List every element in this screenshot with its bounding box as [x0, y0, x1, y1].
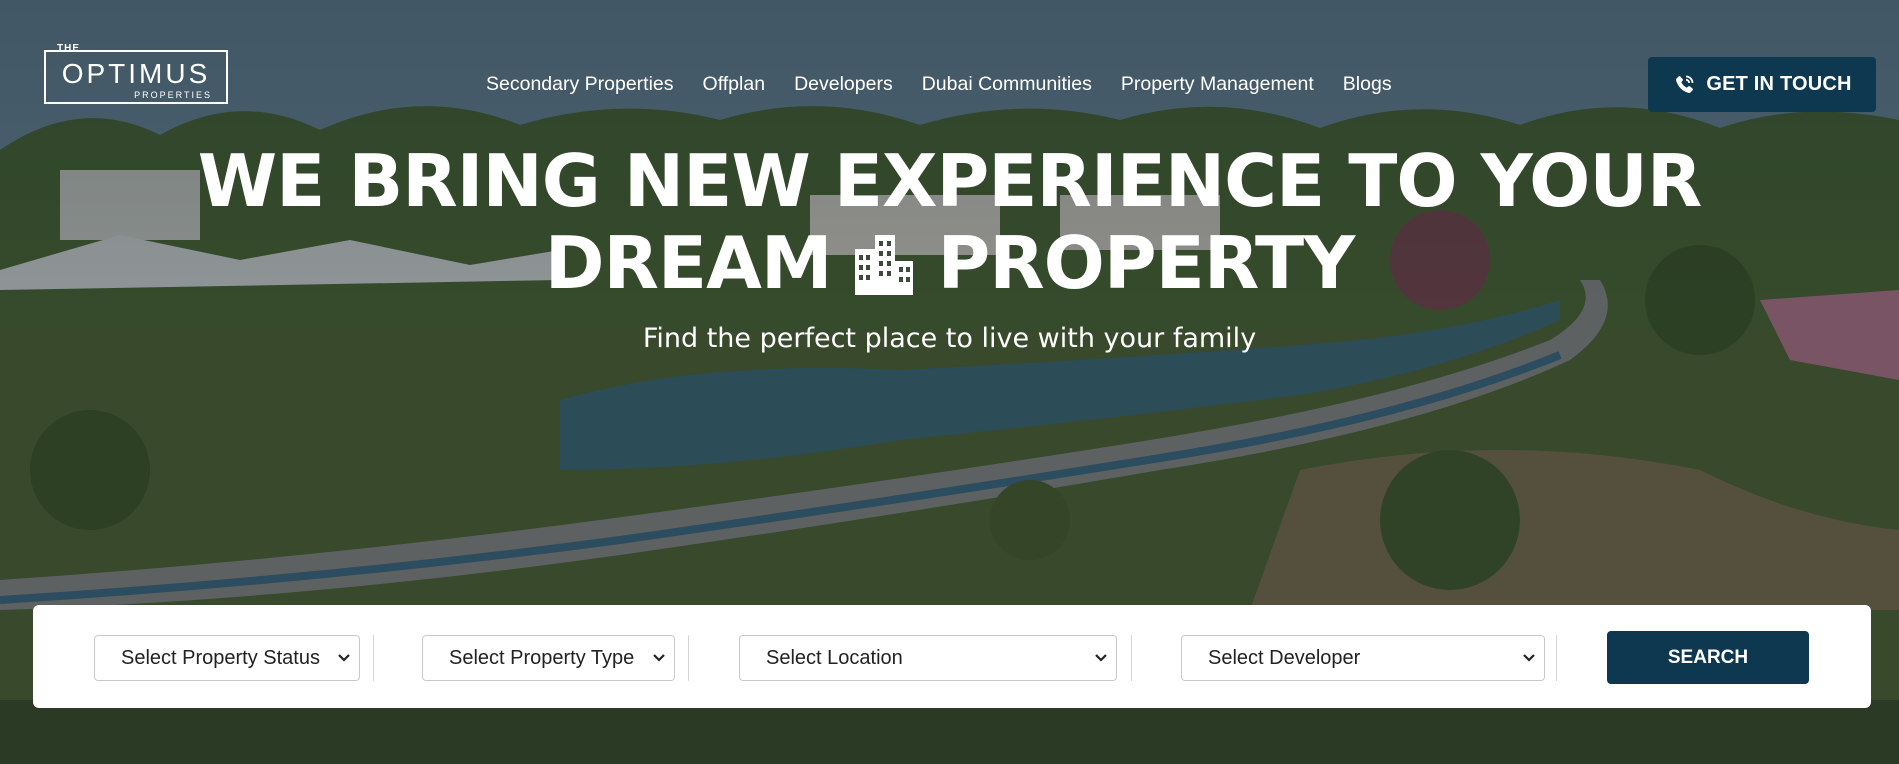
hero-tagline: Find the perfect place to live with your…	[642, 323, 1257, 354]
location-value: Select Location	[766, 646, 903, 669]
search-divider	[373, 635, 374, 681]
property-status-value: Select Property Status	[121, 646, 320, 669]
logo-subtext: PROPERTIES	[134, 90, 212, 100]
brand-logo[interactable]: THE OPTIMUS PROPERTIES	[44, 43, 230, 104]
property-search-panel: Select Property Status Select Property T…	[33, 605, 1871, 708]
nav-blogs[interactable]: Blogs	[1343, 73, 1392, 96]
phone-icon	[1676, 75, 1694, 93]
developer-value: Select Developer	[1208, 646, 1361, 669]
get-in-touch-button[interactable]: GET IN TOUCH	[1648, 57, 1876, 112]
developer-select[interactable]: Select Developer	[1181, 635, 1545, 681]
get-in-touch-label: GET IN TOUCH	[1706, 73, 1852, 95]
search-divider	[1556, 635, 1557, 681]
headline-word-property: PROPERTY	[937, 221, 1355, 305]
nav-offplan[interactable]: Offplan	[703, 73, 766, 96]
headline-line-1: WE BRING NEW EXPERIENCE TO YOUR	[197, 139, 1703, 223]
headline-word-dream: DREAM	[544, 221, 833, 305]
main-nav: Secondary Properties Offplan Developers …	[486, 73, 1392, 96]
nav-dubai-communities[interactable]: Dubai Communities	[922, 73, 1092, 96]
building-icon	[855, 235, 914, 295]
property-type-select[interactable]: Select Property Type	[422, 635, 675, 681]
property-status-select[interactable]: Select Property Status	[94, 635, 360, 681]
chevron-down-icon	[338, 654, 350, 662]
hero-headline: WE BRING NEW EXPERIENCE TO YOUR DREAM PR…	[0, 140, 1899, 304]
nav-developers[interactable]: Developers	[794, 73, 893, 96]
search-divider	[688, 635, 689, 681]
nav-secondary-properties[interactable]: Secondary Properties	[486, 73, 674, 96]
headline-line-2: DREAM PROPERTY	[544, 221, 1356, 305]
logo-wordmark: OPTIMUS	[61, 58, 211, 89]
chevron-down-icon	[653, 654, 665, 662]
chevron-down-icon	[1523, 654, 1535, 662]
search-divider	[1131, 635, 1132, 681]
chevron-down-icon	[1095, 654, 1107, 662]
location-select[interactable]: Select Location	[739, 635, 1117, 681]
logo-top-text: THE	[57, 43, 80, 54]
search-button[interactable]: SEARCH	[1607, 631, 1809, 684]
nav-property-management[interactable]: Property Management	[1121, 73, 1314, 96]
property-type-value: Select Property Type	[449, 646, 635, 669]
